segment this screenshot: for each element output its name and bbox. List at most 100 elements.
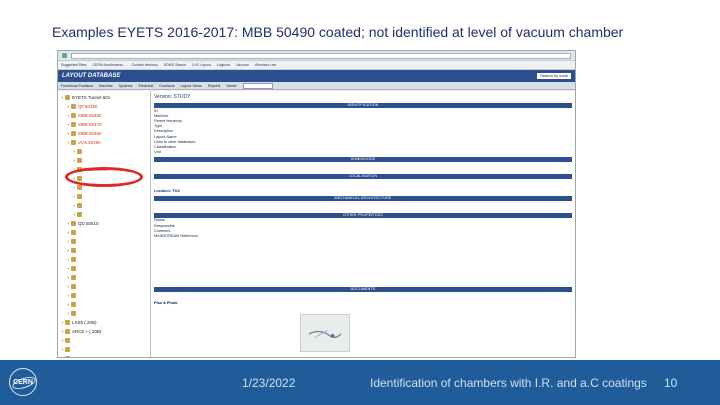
folder-icon [65,95,70,100]
footer-subject: Identification of chambers with I.R. and… [370,376,647,390]
hierarchy-tree: + EYETS Tunnel 501 + QF.50490 + MBB.50450 + MBB… [58,91,151,357]
chamber-photo-image [301,315,349,351]
menu-item[interactable]: Machine [99,84,113,88]
menu-item[interactable]: Layout Views [181,84,202,88]
field-label: Type [154,124,163,129]
field-label: Description [154,129,173,134]
tree-node[interactable]: + QF.50490 [59,102,149,111]
folder-icon [71,122,76,127]
tree-node[interactable]: + [59,147,149,156]
tree-node[interactable]: + VVS.50490 [59,138,149,147]
tree-node[interactable]: + [59,345,149,354]
tree-node[interactable]: + [59,291,149,300]
detail-panel: Version: STUDY IDENTIFICATION ID Machine P… [151,91,575,357]
documents-row [154,292,572,297]
menu-item[interactable]: Systems [119,84,133,88]
bookmark-item[interactable]: Logbook [217,63,230,67]
menu-item[interactable]: Functional Positions [61,84,93,88]
identification-row: Unit [154,150,572,155]
plan-photo-link[interactable]: Plan & Photo [154,301,214,305]
other-properties-list: Status Responsible Comment MAINSTREAM Refer… [154,218,572,239]
machine-select[interactable] [242,82,273,89]
menu-item[interactable]: Admin [226,84,236,88]
tree-node[interactable]: + [59,228,149,237]
plan-photo-row: Plan & Photo [154,301,572,306]
folder-icon [71,284,76,289]
folder-icon [71,104,76,109]
bookmarks-bar: Suggested Sites CERN Accelerators... Conta… [58,61,575,70]
folder-icon [77,158,82,163]
menu-item[interactable]: Contracts [159,84,174,88]
tree-node[interactable]: + [59,192,149,201]
tree-node[interactable]: + [59,210,149,219]
field-label: Unit [154,150,161,155]
search-by-code[interactable]: Search by code [537,73,571,79]
field-label: Layout Name [154,134,177,139]
tree-node[interactable]: + [59,300,149,309]
field-label: Machine [154,113,169,118]
tree-node[interactable]: + [59,354,149,357]
app-name: LAYOUT DATABASE [62,73,121,79]
tree-node-label: EYETS Tunnel 501 [72,95,111,100]
tree-node[interactable]: + LSS5 (.20B) [59,318,149,327]
slide-footer: CERN 1/23/2022 Identification of chamber… [0,360,720,405]
dimensions-values [154,167,572,172]
version-label: Version: STUDY [154,94,191,100]
tree-node[interactable]: + [59,282,149,291]
tree-node[interactable]: + [59,237,149,246]
tree-node[interactable]: + EYETS Tunnel 501 [59,93,149,102]
folder-icon [65,347,70,352]
field-label: ID [154,108,158,113]
url-field[interactable] [71,52,571,59]
bookmark-item[interactable]: CERN Accelerators... [93,63,126,67]
highlight-circle [65,167,143,187]
tree-node[interactable]: + [59,201,149,210]
folder-icon [77,212,82,217]
field-label: Parent hierarchy [154,118,182,123]
slide: Examples EYETS 2016-2017: MBB 50490 coat… [0,0,720,405]
property-label: Comment [154,228,171,233]
menu-item[interactable]: Reports [208,84,221,88]
bookmark-item[interactable]: Windows Live [255,63,277,67]
bookmark-item[interactable]: Vacuum [236,63,249,67]
folder-icon [71,293,76,298]
browser-address-bar [58,51,575,61]
mechanical-values [154,206,572,211]
tree-node[interactable]: + [59,336,149,345]
footer-date: 1/23/2022 [242,376,296,390]
tree-node[interactable]: + QD.50510 [59,219,149,228]
tree-node[interactable]: + MBB.50470 [59,120,149,129]
tree-node-label: ARC5 + (.20B) [72,329,102,334]
tree-node[interactable]: + ARC5 + (.20B) [59,327,149,336]
property-label: MAINSTREAM Reference [154,234,198,239]
app-header: LAYOUT DATABASE Search by code [58,70,575,82]
tree-node[interactable]: + [59,264,149,273]
chamber-photo[interactable] [300,314,350,352]
folder-icon [71,221,76,226]
tree-node-label: QD.50510 [78,221,99,226]
location-label: Location: TI04 [154,189,180,194]
folder-icon [71,257,76,262]
tree-node[interactable]: + [59,246,149,255]
tree-node[interactable]: + MBB.50490 [59,129,149,138]
bookmark-item[interactable]: Suggested Sites [61,63,87,67]
folder-icon [77,203,82,208]
bookmark-item[interactable]: EDMS Search [164,63,186,67]
folder-icon [65,338,70,343]
folder-icon [71,113,76,118]
tree-node[interactable]: + [59,255,149,264]
bookmark-item[interactable]: Contact directory [132,63,158,67]
bookmark-item[interactable]: LHC Layout [192,63,210,67]
tree-node[interactable]: + MBB.50450 [59,111,149,120]
folder-icon [71,230,76,235]
version-title: Version: STUDY [154,93,572,101]
tree-node-label: MBB.50490 [78,131,102,136]
folder-icon [71,131,76,136]
menu-item[interactable]: Electrical [139,84,154,88]
app-screenshot: Suggested Sites CERN Accelerators... Conta… [57,50,576,358]
tree-node-label: QF.50490 [78,104,98,109]
tree-node[interactable]: + [59,156,149,165]
tree-node[interactable]: + [59,273,149,282]
tree-node[interactable]: + [59,309,149,318]
folder-icon [71,140,76,145]
